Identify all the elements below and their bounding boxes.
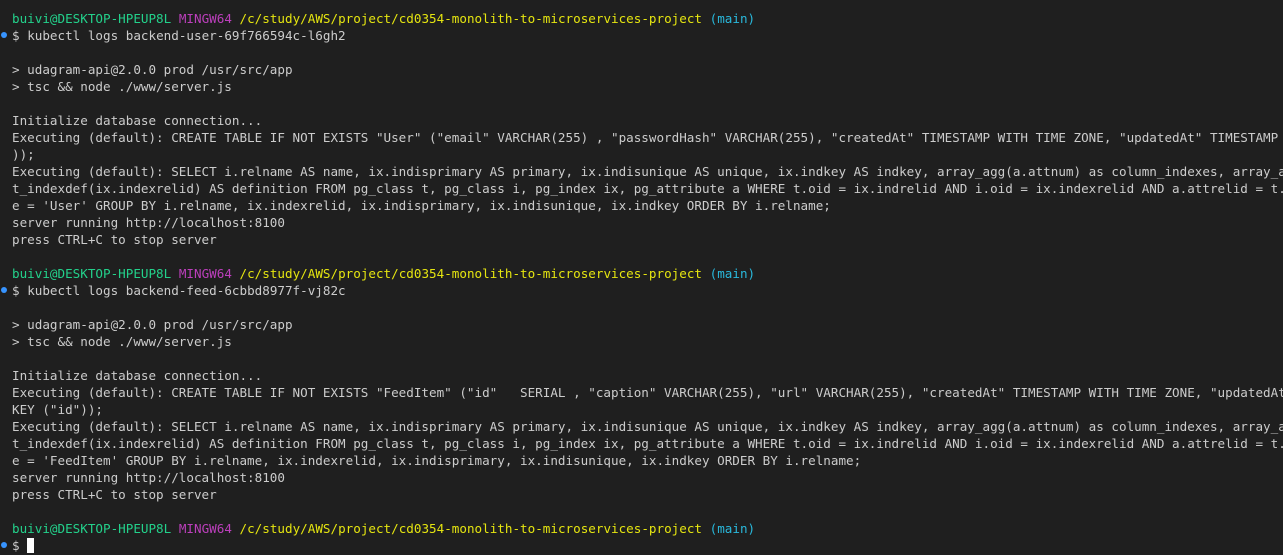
output-line: > udagram-api@2.0.0 prod /usr/src/app: [12, 62, 293, 77]
output-line: Executing (default): CREATE TABLE IF NOT…: [12, 130, 1283, 145]
output-line: Executing (default): SELECT i.relname AS…: [12, 164, 1283, 179]
output-line: ));: [12, 147, 35, 162]
prompt-line: buivi@DESKTOP-HPEUP8L MINGW64 /c/study/A…: [0, 265, 1283, 282]
prompt-symbol: $: [12, 28, 20, 43]
output-line: e = 'FeedItem' GROUP BY i.relname, ix.in…: [12, 453, 862, 468]
user-host: buivi@DESKTOP-HPEUP8L: [12, 11, 172, 26]
prompt-line: buivi@DESKTOP-HPEUP8L MINGW64 /c/study/A…: [0, 520, 1283, 537]
command-line: $ kubectl logs backend-user-69f766594c-l…: [0, 27, 1283, 44]
git-branch: (main): [709, 11, 756, 26]
output-line: t_indexdef(ix.indexrelid) AS definition …: [12, 436, 1283, 451]
command-text: kubectl logs backend-user-69f766594c-l6g…: [27, 28, 346, 43]
shell-name: MINGW64: [178, 11, 232, 26]
cwd-path: /c/study/AWS/project/cd0354-monolith-to-…: [239, 11, 703, 26]
git-branch: (main): [709, 521, 756, 536]
command-decoration-icon[interactable]: [1, 32, 7, 38]
shell-name: MINGW64: [178, 266, 232, 281]
terminal-panel[interactable]: buivi@DESKTOP-HPEUP8L MINGW64 /c/study/A…: [0, 0, 1283, 555]
user-host: buivi@DESKTOP-HPEUP8L: [12, 521, 172, 536]
active-input-line[interactable]: $: [0, 537, 1283, 554]
output-line: KEY ("id"));: [12, 402, 103, 417]
output-line: e = 'User' GROUP BY i.relname, ix.indexr…: [12, 198, 831, 213]
output-line: Executing (default): CREATE TABLE IF NOT…: [12, 385, 1283, 400]
output-line: t_indexdef(ix.indexrelid) AS definition …: [12, 181, 1283, 196]
command-decoration-icon[interactable]: [1, 542, 7, 548]
prompt-symbol: $: [12, 283, 20, 298]
prompt-line: buivi@DESKTOP-HPEUP8L MINGW64 /c/study/A…: [0, 10, 1283, 27]
output-line: Initialize database connection...: [12, 368, 263, 383]
output-line: server running http://localhost:8100: [12, 215, 285, 230]
output-line: > tsc && node ./www/server.js: [12, 334, 232, 349]
text-cursor: [27, 538, 35, 553]
command-decoration-icon[interactable]: [1, 287, 7, 293]
output-line: press CTRL+C to stop server: [12, 232, 217, 247]
output-line: > tsc && node ./www/server.js: [12, 79, 232, 94]
command-line: $ kubectl logs backend-feed-6cbbd8977f-v…: [0, 282, 1283, 299]
shell-name: MINGW64: [178, 521, 232, 536]
cwd-path: /c/study/AWS/project/cd0354-monolith-to-…: [239, 521, 703, 536]
command-text: kubectl logs backend-feed-6cbbd8977f-vj8…: [27, 283, 346, 298]
output-line: Executing (default): SELECT i.relname AS…: [12, 419, 1283, 434]
cwd-path: /c/study/AWS/project/cd0354-monolith-to-…: [239, 266, 703, 281]
prompt-symbol: $: [12, 538, 20, 553]
output-line: > udagram-api@2.0.0 prod /usr/src/app: [12, 317, 293, 332]
output-line: Initialize database connection...: [12, 113, 263, 128]
output-line: press CTRL+C to stop server: [12, 487, 217, 502]
git-branch: (main): [709, 266, 756, 281]
output-line: server running http://localhost:8100: [12, 470, 285, 485]
user-host: buivi@DESKTOP-HPEUP8L: [12, 266, 172, 281]
